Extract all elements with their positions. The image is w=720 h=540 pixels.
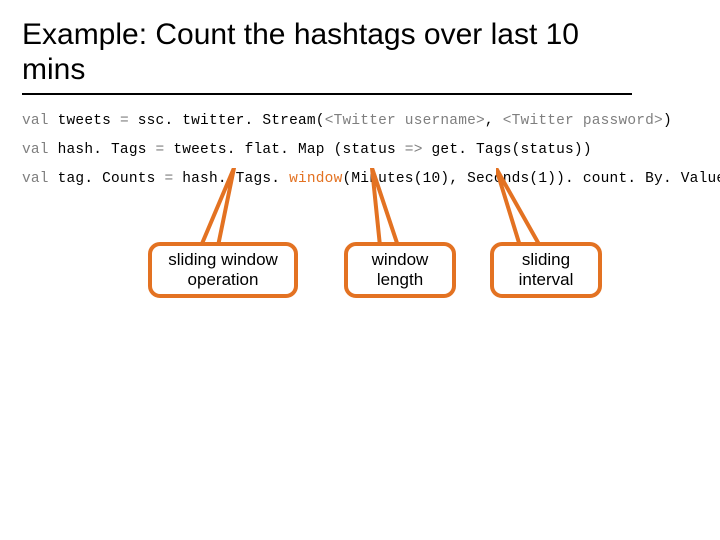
arg-minutes: Minutes(10) (351, 171, 449, 187)
callout-sliding-interval: sliding interval (490, 242, 602, 298)
keyword: val (22, 142, 49, 158)
keyword: val (22, 113, 49, 129)
code-line-3: val tag. Counts = hash. Tags. window(Min… (22, 171, 720, 187)
code-text: ssc. twitter. Stream( (129, 113, 325, 129)
code-text: tweets (49, 113, 120, 129)
callout-window-length: window length (344, 242, 456, 298)
callout-label: sliding interval (504, 250, 588, 291)
code-line-1: val tweets = ssc. twitter. Stream(<Twitt… (22, 113, 672, 129)
operator: = (120, 113, 129, 129)
code-text: , (449, 171, 467, 187)
code-text: hash. Tags (49, 142, 156, 158)
slide: Example: Count the hashtags over last 10… (0, 0, 720, 194)
code-text: hash. Tags. (173, 171, 289, 187)
callout-label: window length (358, 250, 442, 291)
code-text: get. Tags(status)) (423, 142, 592, 158)
keyword: val (22, 171, 49, 187)
code-text: . count. By. Value() (565, 171, 720, 187)
code-line-2: val hash. Tags = tweets. flat. Map (stat… (22, 142, 592, 158)
code-block: val tweets = ssc. twitter. Stream(<Twitt… (22, 107, 698, 194)
callouts-layer: sliding window operation window length s… (0, 234, 720, 374)
code-text: ) (663, 113, 672, 129)
placeholder-arg: <Twitter username> (325, 113, 485, 129)
callout-label: sliding window operation (162, 250, 284, 291)
code-text: tag. Counts (49, 171, 165, 187)
slide-title: Example: Count the hashtags over last 10… (22, 18, 632, 95)
arg-seconds: Seconds(1) (467, 171, 556, 187)
code-text: , (485, 113, 503, 129)
operator: => (405, 142, 423, 158)
code-text: ) (556, 171, 565, 187)
placeholder-arg: <Twitter password> (503, 113, 663, 129)
code-text: tweets. flat. Map (status (164, 142, 404, 158)
window-function: window (289, 171, 342, 187)
callout-sliding-window-operation: sliding window operation (148, 242, 298, 298)
operator: = (164, 171, 173, 187)
